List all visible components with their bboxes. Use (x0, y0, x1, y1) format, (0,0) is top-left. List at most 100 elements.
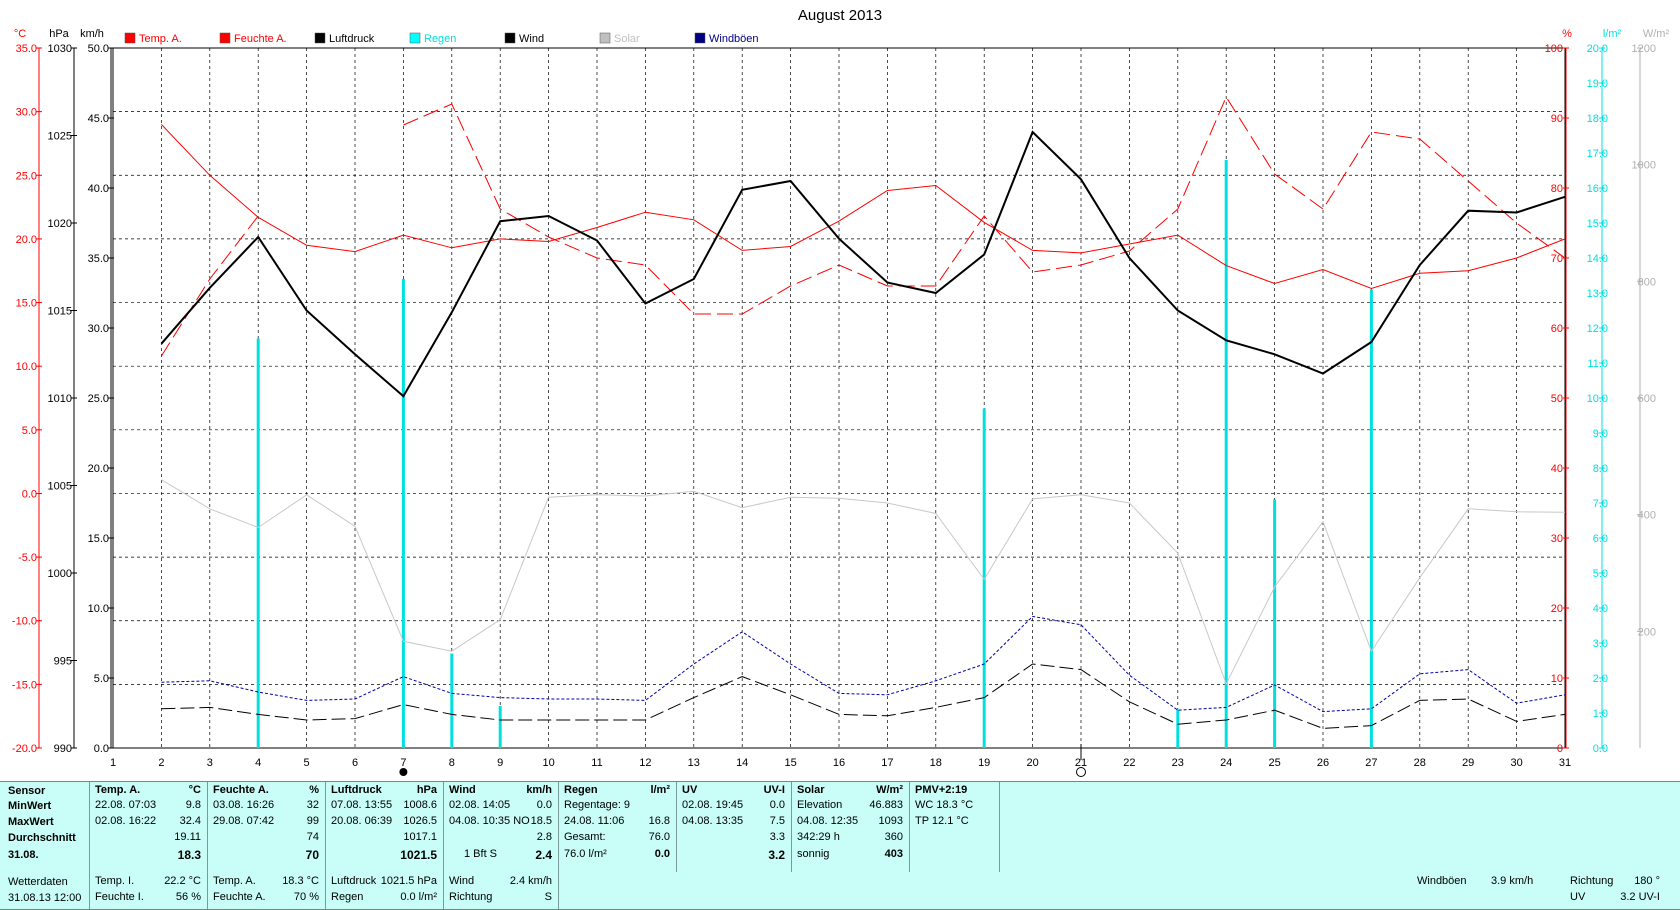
footer-c2-label: Feuchte I. (95, 891, 144, 903)
x-tick-label: 9 (497, 757, 503, 769)
stats-press-header: Luftdruck (331, 784, 382, 796)
tick-label-rain: 7.0 (1593, 498, 1608, 510)
rain-bar (256, 338, 260, 748)
x-tick-label: 2 (158, 757, 164, 769)
stats-rain-r3-value: 76.0 (648, 831, 670, 843)
stats-rain-header: Regen (564, 784, 598, 796)
tick-label-wind: 35.0 (88, 253, 109, 265)
stats-uv-max-date: 04.08. 13:35 (682, 815, 744, 827)
tick-label-rain: 6.0 (1593, 533, 1608, 545)
tick-label-temp: -5.0 (18, 552, 37, 564)
new-moon-marker (399, 768, 408, 776)
x-tick-label: 25 (1268, 757, 1280, 769)
stats-uv-unit: UV-I (763, 784, 785, 796)
tick-label-solar: 600 (1638, 393, 1656, 405)
tick-label-rain: 11.0 (1587, 358, 1608, 370)
legend-swatch (219, 32, 231, 44)
stats-uv-avg: 3.3 (769, 831, 785, 843)
x-tick-label: 3 (207, 757, 213, 769)
stats-press-max-value: 1026.5 (403, 815, 437, 827)
stats-temp-max-date: 02.08. 16:22 (95, 815, 157, 827)
axis-unit-pressure: hPa (49, 28, 69, 40)
x-tick-label: 17 (881, 757, 893, 769)
x-tick-label: 12 (639, 757, 651, 769)
current-data-footer: Wetterdaten 31.08.13 12:00 Temp. I. 22.2 … (0, 872, 1680, 910)
tick-label-temp: 30.0 (16, 107, 37, 119)
tick-label-humidity: 0 (1557, 743, 1563, 755)
stats-rain-r1-label: Regentage: 9 (564, 799, 631, 811)
stats-press-min-value: 1008.6 (403, 799, 437, 811)
stats-col-pmv: PMV+2:19 WC 18.3 °C TP 12.1 °C (910, 782, 1000, 872)
tick-label-humidity: 100 (1545, 43, 1563, 55)
weather-chart: August 2013 35.030.025.020.015.010.05.00… (12, 7, 1670, 777)
stats-hum-max-value: 99 (306, 815, 319, 827)
tick-label-rain: 17.0 (1587, 148, 1608, 160)
footer-c3-value: 70 % (293, 891, 319, 903)
tick-label-wind: 45.0 (88, 113, 109, 125)
tick-label-humidity: 30 (1551, 533, 1563, 545)
footer-col-c2: Temp. I. 22.2 °C Feuchte I. 56 % (90, 872, 208, 909)
tick-label-pressure: 995 (54, 656, 72, 668)
tick-label-solar: 1000 (1632, 160, 1656, 172)
stats-wind-min-value: 0.0 (536, 799, 552, 811)
tick-label-pressure: 1005 (48, 481, 72, 493)
stats-temp-header: Temp. A. (95, 784, 141, 796)
rain-bar (1176, 709, 1180, 748)
stats-press-avg: 1017.1 (403, 831, 437, 843)
x-tick-label: 16 (833, 757, 845, 769)
axis-unit-solar: W/m² (1643, 28, 1670, 40)
footer-c5-label: Richtung (449, 891, 493, 903)
legend-label: Wind (519, 33, 544, 45)
stats-temp-avg: 19.11 (174, 831, 201, 843)
stats-wind-avg: 2.8 (536, 831, 552, 843)
tick-label-wind: 40.0 (88, 183, 109, 195)
stats-row-avg-label: Durchschnitt (8, 832, 76, 844)
x-tick-label: 28 (1414, 757, 1426, 769)
tick-label-temp: 25.0 (16, 170, 37, 182)
x-tick-label: 18 (930, 757, 942, 769)
x-tick-label: 22 (1123, 757, 1135, 769)
tick-label-rain: 10.0 (1587, 393, 1608, 405)
stats-pmv-wc: WC 18.3 °C (915, 799, 974, 811)
stats-rain-r4-value: 0.0 (654, 848, 670, 860)
tick-label-wind: 25.0 (88, 393, 109, 405)
stats-solar-r1-label: Elevation (797, 799, 843, 811)
legend: Temp. A. Feuchte A. Luftdruck Regen Wind Sola… (124, 32, 759, 45)
footer-gust-value: 3.9 km/h (1491, 875, 1534, 887)
tick-label-temp: 5.0 (22, 425, 37, 437)
tick-label-humidity: 40 (1551, 463, 1563, 475)
tick-label-pressure: 1030 (48, 43, 72, 55)
stats-solar-r2-label: 04.08. 12:35 (797, 815, 859, 827)
footer-c5-label: Wind (449, 875, 475, 887)
stats-wind-today: 2.4 (535, 848, 552, 862)
tick-label-wind: 30.0 (88, 323, 109, 335)
stats-uv-min-value: 0.0 (769, 799, 785, 811)
tick-label-humidity: 20 (1551, 603, 1563, 615)
stats-temp-max-value: 32.4 (179, 815, 201, 827)
tick-label-rain: 12.0 (1587, 323, 1608, 335)
stats-sensor-column: Sensor MinWert MaxWert Durchschnitt 31.0… (0, 782, 90, 872)
stats-col-solar: Solar W/m² Elevation 46.883 04.08. 12:35 1093… (792, 782, 910, 872)
tick-label-temp: 15.0 (16, 298, 37, 310)
footer-c2-value: 56 % (175, 891, 201, 903)
x-tick-label: 5 (304, 757, 310, 769)
tick-label-rain: 18.0 (1587, 113, 1608, 125)
tick-label-temp: -15.0 (12, 679, 37, 691)
chart-title: August 2013 (798, 7, 882, 24)
tick-label-rain: 0.0 (1593, 743, 1608, 755)
tick-label-humidity: 50 (1551, 393, 1563, 405)
x-tick-label: 14 (736, 757, 748, 769)
stats-solar-r1-value: 46.883 (869, 799, 903, 811)
footer-c3-value: 18.3 °C (282, 875, 319, 887)
stats-row-date-label: 31.08. (8, 849, 39, 861)
footer-c4-label: Regen (331, 891, 364, 903)
tick-label-wind: 10.0 (88, 603, 109, 615)
stats-col-temp: Temp. A. °C 22.08. 07:03 9.8 02.08. 16:22 32.… (90, 782, 208, 872)
x-tick-label: 13 (688, 757, 700, 769)
tick-label-wind: 5.0 (94, 673, 109, 685)
stats-uv-max-value: 7.5 (769, 815, 785, 827)
x-tick-label: 6 (352, 757, 358, 769)
stats-press-unit: hPa (416, 784, 437, 796)
tick-label-pressure: 990 (54, 743, 72, 755)
stats-row-max-label: MaxWert (8, 816, 54, 828)
